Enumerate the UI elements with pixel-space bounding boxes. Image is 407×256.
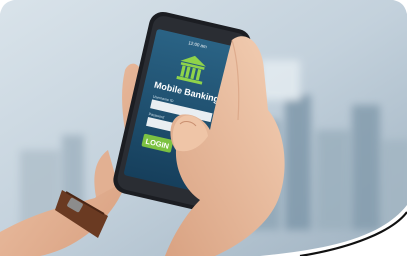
photo-frame: 12:00 am Mobile Banking Username ID Pass… bbox=[0, 0, 407, 256]
photo: 12:00 am Mobile Banking Username ID Pass… bbox=[0, 0, 407, 256]
